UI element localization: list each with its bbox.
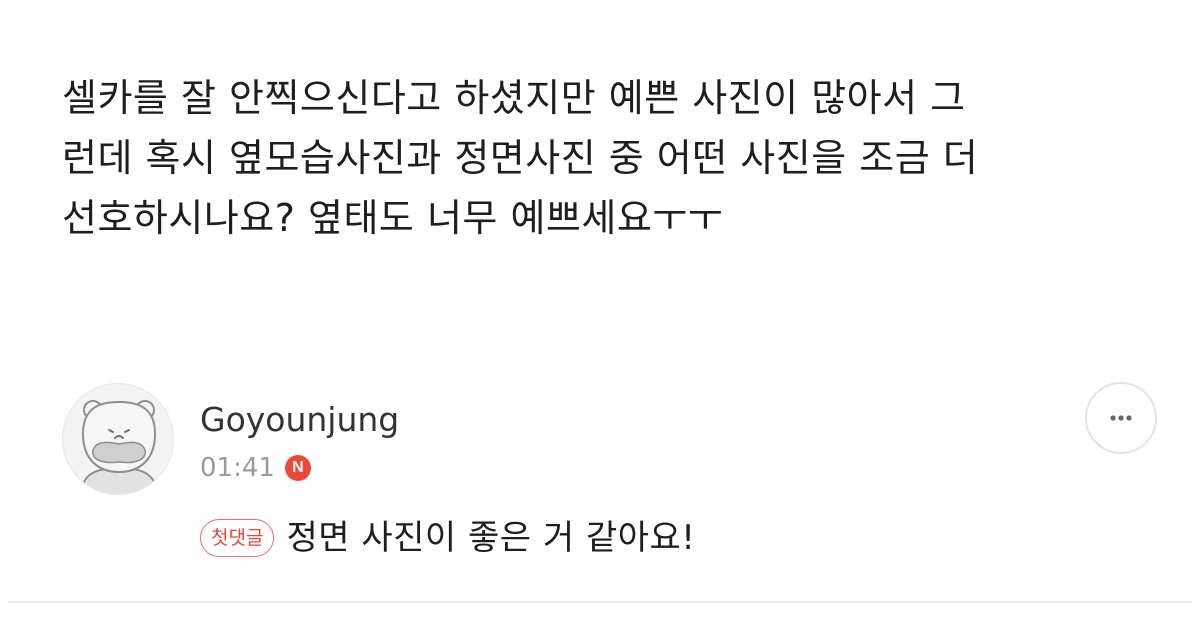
avatar[interactable] [62, 383, 174, 495]
new-badge: N [284, 455, 311, 481]
comment-time: 01:41 [200, 453, 275, 483]
more-options-button[interactable] [1085, 382, 1157, 454]
comment-body: 첫댓글 정면 사진이 좋은 거 같아요! [200, 510, 695, 566]
comment-author[interactable]: Goyounjung [200, 398, 399, 442]
ellipsis-icon [1110, 415, 1132, 421]
divider [8, 601, 1192, 603]
comment-text: 정면 사진이 좋은 거 같아요! [286, 518, 696, 558]
question-line: 셀카를 잘 안찍으신다고 하셨지만 예쁜 사진이 많아서 그 [62, 76, 966, 120]
question-text: 셀카를 잘 안찍으신다고 하셨지만 예쁜 사진이 많아서 그 런데 혹시 옆모습… [62, 68, 1172, 248]
question-line: 선호하시나요? 옆태도 너무 예쁘세요ㅜㅜ [62, 196, 724, 240]
question-line: 런데 혹시 옆모습사진과 정면사진 중 어떤 사진을 조금 더 [62, 136, 979, 180]
comment-meta: 01:41 N [200, 448, 311, 488]
bear-avatar-icon [80, 400, 158, 494]
first-comment-badge: 첫댓글 [200, 519, 275, 557]
